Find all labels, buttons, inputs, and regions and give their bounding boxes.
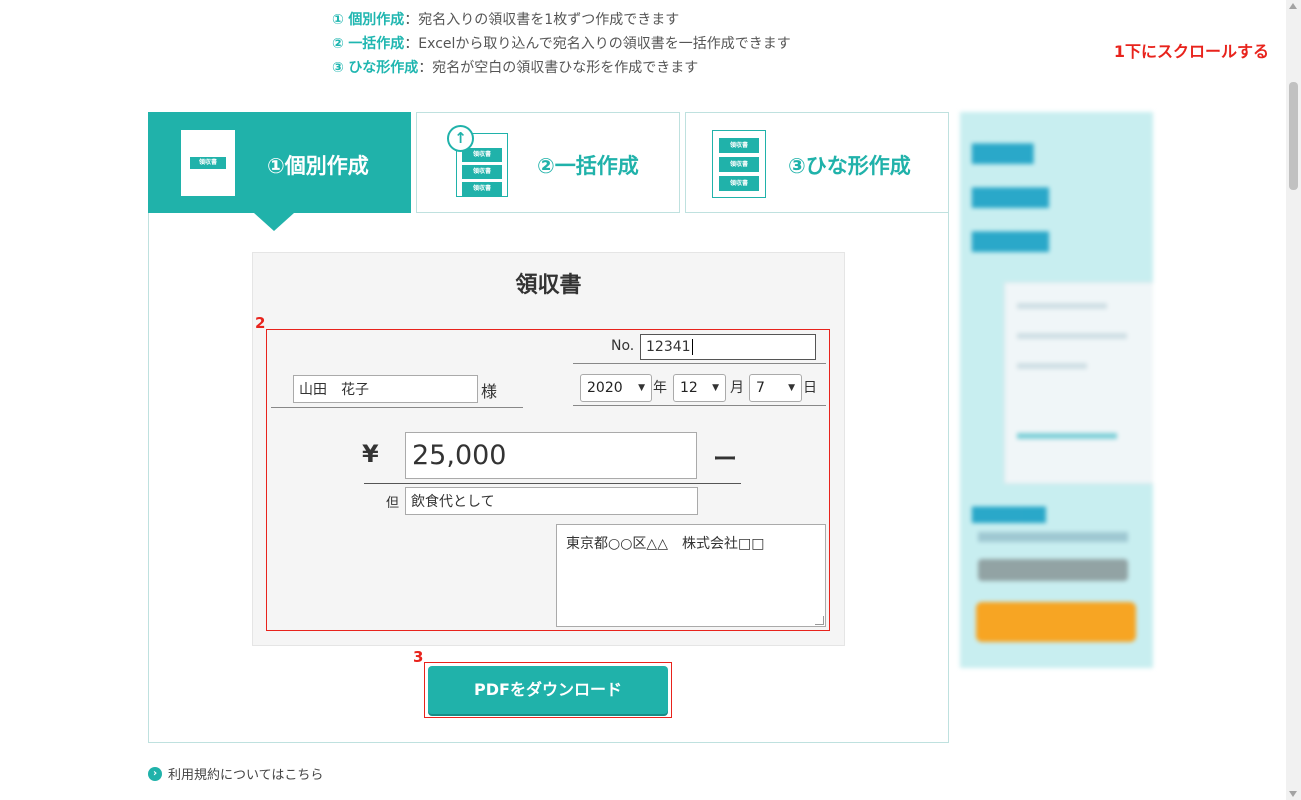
intro-text: ：宛名が空白の領収書ひな形を作成できます xyxy=(418,60,699,76)
page-scrollbar[interactable] xyxy=(1286,0,1301,800)
ad-bar xyxy=(978,532,1128,542)
issuer-value: 東京都○○区△△ 株式会社□□ xyxy=(566,536,765,552)
recipient-suffix: 様 xyxy=(481,382,498,401)
tab-label: ②一括作成 xyxy=(537,154,639,178)
ad-bar xyxy=(1017,363,1087,369)
chevron-down-icon: ▼ xyxy=(788,383,795,393)
day-label: 日 xyxy=(803,380,817,396)
receipt-doc-icon: 領収書 xyxy=(181,130,235,196)
receipt-icon-label: 領収書 xyxy=(462,165,502,179)
scroll-up-icon[interactable] xyxy=(1289,3,1297,9)
tab-label: ③ひな形作成 xyxy=(788,154,911,178)
mode-tabs: 領収書 ①個別作成 領収書 領収書 領収書 ↑ ②一括作成 領収書 領収書 領収… xyxy=(148,112,949,213)
intro-keyword: 個別作成 xyxy=(348,12,405,28)
ad-bar xyxy=(1017,303,1107,309)
annotation-scroll: 1下にスクロールする xyxy=(1113,42,1269,61)
chevron-down-icon: ▼ xyxy=(638,383,645,393)
download-pdf-button[interactable]: PDFをダウンロード xyxy=(428,666,668,714)
scroll-thumb[interactable] xyxy=(1289,82,1298,190)
month-label: 月 xyxy=(730,380,744,396)
ad-blurred-text: ▇▇▇▇▇ xyxy=(972,184,1049,208)
month-select[interactable]: 12 ▼ xyxy=(673,374,726,402)
tab-individual[interactable]: 領収書 ①個別作成 xyxy=(148,112,411,213)
chevron-down-icon: ▼ xyxy=(712,383,719,393)
yen-sign: ¥ xyxy=(362,440,379,468)
amount-value: 25,000 xyxy=(412,440,507,471)
day-select[interactable]: 7 ▼ xyxy=(749,374,802,402)
divider xyxy=(573,363,826,364)
tadashi-input[interactable]: 飲食代として xyxy=(405,487,698,515)
tab-bulk[interactable]: 領収書 領収書 領収書 ↑ ②一括作成 xyxy=(416,112,680,213)
year-value: 2020 xyxy=(587,380,623,396)
month-value: 12 xyxy=(680,380,698,396)
day-value: 7 xyxy=(756,380,765,396)
intro-num: ① xyxy=(332,12,344,28)
receipt-icon-label: 領収書 xyxy=(462,182,502,196)
recipient-value: 山田 花子 xyxy=(299,382,369,398)
tab-template[interactable]: 領収書 領収書 領収書 ③ひな形作成 xyxy=(685,112,949,213)
tadashi-value: 飲食代として xyxy=(411,494,495,510)
receipt-icon-label: 領収書 xyxy=(719,138,759,153)
receipt-stack-icon: 領収書 領収書 領収書 xyxy=(712,130,766,198)
amount-suffix: ー xyxy=(713,445,737,473)
no-input[interactable]: 12341 xyxy=(640,334,816,360)
receipt-icon-label: 領収書 xyxy=(719,176,759,191)
intro-line-1: ① 個別作成：宛名入りの領収書を1枚ずつ作成できます xyxy=(332,8,791,32)
divider xyxy=(271,407,523,408)
year-label: 年 xyxy=(653,380,667,396)
intro-keyword: ひな形作成 xyxy=(348,60,419,76)
no-label: No. xyxy=(611,338,635,354)
divider xyxy=(573,405,826,406)
ad-bar xyxy=(1017,433,1117,439)
intro-text: ：宛名入りの領収書を1枚ずつ作成できます xyxy=(404,12,680,28)
intro-keyword: 一括作成 xyxy=(348,36,405,52)
amount-input[interactable]: 25,000 xyxy=(405,432,697,479)
ad-cta-button[interactable] xyxy=(976,602,1136,642)
ad-blurred-text: ▇▇▇▇ xyxy=(972,140,1034,164)
annotation-3: 3 xyxy=(413,648,424,666)
ad-bar xyxy=(978,559,1128,581)
sidebar-ad[interactable]: ▇▇▇▇ ▇▇▇▇▇ ▇▇▇▇▇ ▇▇▇▇▇▇ xyxy=(960,112,1153,668)
upload-icon: ↑ xyxy=(447,125,474,152)
no-value: 12341 xyxy=(646,339,691,355)
ad-blurred-text: ▇▇▇▇▇▇ xyxy=(972,504,1046,523)
tadashi-label: 但 xyxy=(386,496,400,511)
terms-link[interactable]: › 利用規約についてはこちら xyxy=(148,764,323,783)
intro-line-2: ② 一括作成：Excelから取り込んで宛名入りの領収書を一括作成できます xyxy=(332,32,791,56)
ad-image xyxy=(1004,282,1153,484)
text-caret xyxy=(691,339,693,355)
intro-list: ① 個別作成：宛名入りの領収書を1枚ずつ作成できます ② 一括作成：Excelか… xyxy=(332,8,791,80)
recipient-input[interactable]: 山田 花子 xyxy=(293,375,478,403)
annotation-2: 2 xyxy=(255,314,266,332)
tab-label: ①個別作成 xyxy=(267,154,369,178)
resize-handle-icon[interactable] xyxy=(815,616,824,625)
intro-text: ：Excelから取り込んで宛名入りの領収書を一括作成できます xyxy=(404,36,791,52)
receipt-icon-label: 領収書 xyxy=(719,157,759,172)
receipt-icon-label: 領収書 xyxy=(190,157,226,169)
year-select[interactable]: 2020 ▼ xyxy=(580,374,652,402)
receipt-icon-label: 領収書 xyxy=(462,148,502,162)
intro-num: ② xyxy=(332,36,344,52)
scroll-down-icon[interactable] xyxy=(1289,791,1297,797)
divider xyxy=(364,483,741,484)
chevron-right-icon: › xyxy=(148,766,162,781)
intro-line-3: ③ ひな形作成：宛名が空白の領収書ひな形を作成できます xyxy=(332,56,791,80)
terms-label: 利用規約についてはこちら xyxy=(168,768,324,783)
ad-bar xyxy=(1017,333,1127,339)
issuer-textarea[interactable]: 東京都○○区△△ 株式会社□□ xyxy=(556,524,826,627)
receipt-title: 領収書 xyxy=(515,273,582,298)
intro-num: ③ xyxy=(332,60,344,76)
ad-blurred-text: ▇▇▇▇▇ xyxy=(972,228,1049,252)
